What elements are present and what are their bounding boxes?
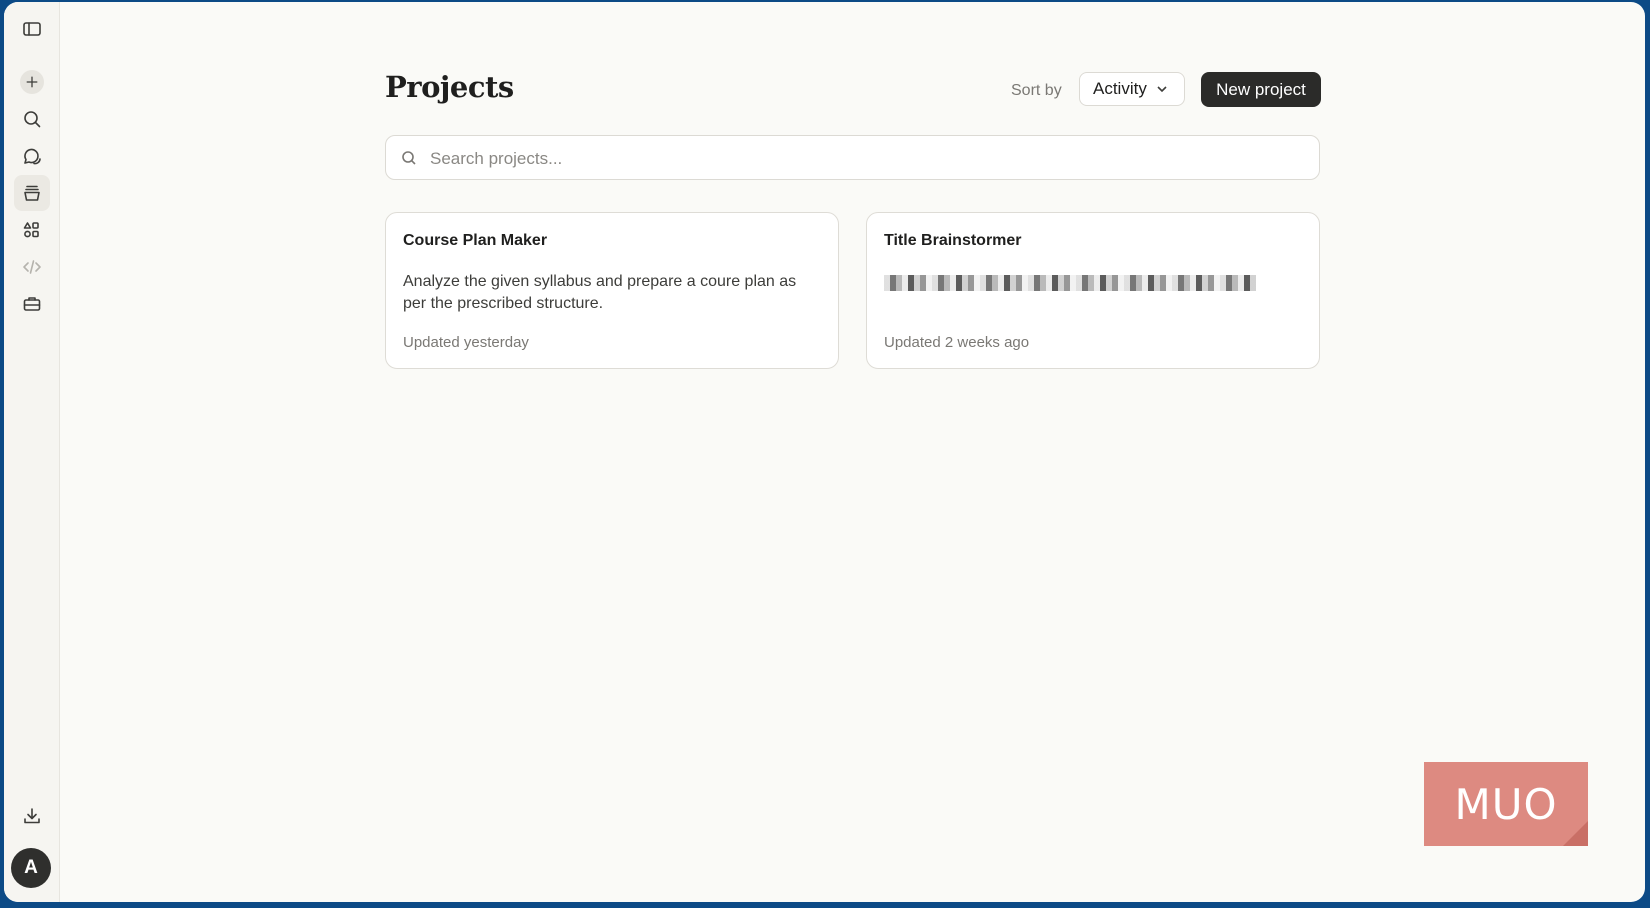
- search-bar: [385, 135, 1320, 181]
- project-card[interactable]: Course Plan Maker Analyze the given syll…: [385, 212, 839, 369]
- watermark-text: MUO: [1454, 779, 1558, 829]
- sort-value: Activity: [1093, 79, 1147, 98]
- user-avatar[interactable]: A: [11, 848, 51, 888]
- sort-label: Sort by: [1011, 82, 1062, 99]
- sidebar-icon: [23, 22, 41, 36]
- new-chat-button[interactable]: [14, 64, 50, 100]
- redacted-description: [884, 275, 1256, 291]
- page-title: Projects: [385, 70, 514, 104]
- project-title: Title Brainstormer: [884, 232, 1022, 249]
- code-icon: [23, 260, 41, 274]
- briefcase-icon: [23, 297, 41, 311]
- search-icon: [402, 151, 416, 165]
- chats-button[interactable]: [14, 138, 50, 174]
- project-card[interactable]: Title Brainstormer Updated 2 weeks ago: [866, 212, 1320, 369]
- project-updated: Updated yesterday: [403, 334, 529, 351]
- project-title: Course Plan Maker: [403, 232, 548, 249]
- projects-button[interactable]: [14, 175, 50, 211]
- code-button[interactable]: [14, 249, 50, 285]
- app-window: A Projects Sort by Activity New project …: [4, 2, 1645, 902]
- search-icon: [24, 111, 41, 128]
- sidebar-toggle-button[interactable]: [14, 11, 50, 47]
- project-updated: Updated 2 weeks ago: [884, 334, 1030, 351]
- projects-icon: [24, 185, 40, 201]
- search-input[interactable]: [428, 136, 1302, 181]
- shapes-icon: [23, 222, 39, 238]
- download-icon: [24, 808, 40, 824]
- sidebar: A: [4, 2, 60, 902]
- plus-icon: [20, 70, 44, 94]
- watermark-corner: [1563, 821, 1588, 846]
- chat-bubbles-icon: [24, 148, 41, 165]
- sort-select[interactable]: Activity: [1079, 72, 1185, 106]
- artifacts-button[interactable]: [14, 212, 50, 248]
- new-project-button[interactable]: New project: [1201, 72, 1321, 107]
- chevron-down-icon: [1157, 86, 1167, 93]
- project-description: Analyze the given syllabus and prepare a…: [403, 273, 797, 312]
- download-button[interactable]: [14, 798, 50, 834]
- search-button[interactable]: [14, 101, 50, 137]
- tools-button[interactable]: [14, 286, 50, 322]
